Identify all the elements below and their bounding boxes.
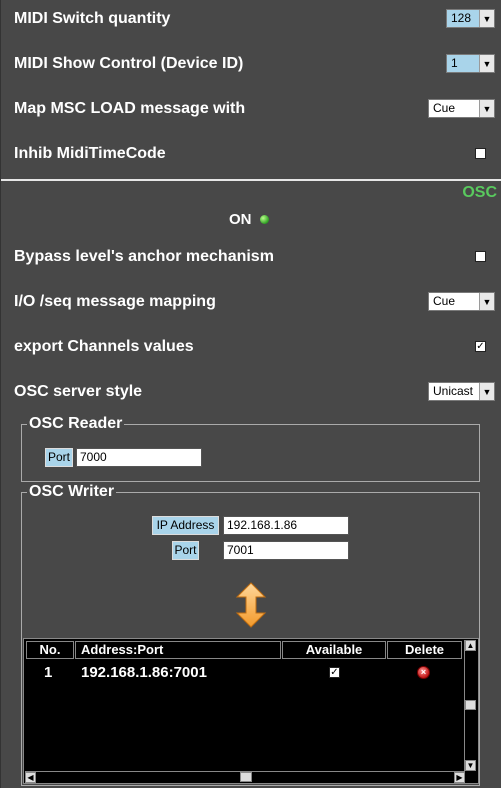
midi-show-control-label: MIDI Show Control (Device ID) — [14, 55, 244, 72]
column-header-address[interactable]: Address:Port — [75, 641, 281, 659]
writer-port-input[interactable]: 7001 — [223, 541, 349, 560]
column-header-no[interactable]: No. — [26, 641, 74, 659]
writer-ip-label: IP Address — [152, 516, 219, 535]
chevron-down-icon[interactable]: ▼ — [479, 10, 494, 27]
msc-load-value: Cue — [433, 101, 456, 115]
scroll-left-icon[interactable]: ◀ — [25, 772, 36, 783]
osc-status-text: ON — [229, 211, 252, 228]
inhib-mtc-label: Inhib MidiTimeCode — [14, 145, 166, 162]
chevron-down-icon[interactable]: ▼ — [479, 100, 494, 117]
column-header-available[interactable]: Available — [282, 641, 386, 659]
bypass-anchor-checkbox[interactable] — [475, 251, 486, 262]
writer-port-label: Port — [172, 541, 199, 560]
reader-port-input[interactable]: 7000 — [76, 448, 202, 467]
osc-writer-title: OSC Writer — [27, 483, 117, 501]
scrollbar-thumb[interactable] — [465, 700, 476, 710]
io-seq-mapping-label: I/O /seq message mapping — [14, 293, 216, 310]
midi-switch-quantity-value: 128 — [447, 10, 479, 27]
row-available-checkbox[interactable]: ✓ — [329, 667, 340, 678]
export-channels-checkbox[interactable]: ✓ — [475, 341, 486, 352]
row-no: 1 — [44, 664, 53, 681]
horizontal-scrollbar[interactable]: ◀ ▶ — [25, 771, 465, 783]
osc-writer-table: No. Address:Port Available Delete 1 192.… — [23, 638, 479, 784]
delete-icon[interactable]: × — [417, 666, 430, 679]
midi-switch-quantity-label: MIDI Switch quantity — [14, 10, 171, 27]
io-seq-mapping-select[interactable]: Cue ▼ — [428, 292, 495, 311]
msc-load-label: Map MSC LOAD message with — [14, 100, 246, 117]
io-seq-mapping-value: Cue — [433, 294, 456, 308]
osc-reader-title: OSC Reader — [27, 415, 125, 433]
chevron-down-icon[interactable]: ▼ — [479, 383, 494, 400]
midi-show-control-select[interactable]: 1 ▼ — [446, 54, 495, 73]
midi-show-control-value: 1 — [447, 55, 479, 72]
scroll-up-icon[interactable]: ▲ — [465, 640, 476, 651]
osc-server-style-label: OSC server style — [14, 383, 143, 400]
row-address: 192.168.1.86:7001 — [81, 664, 207, 681]
status-led-icon — [260, 215, 269, 224]
settings-panel: MIDI Switch quantity 128 ▼ MIDI Show Con… — [0, 0, 501, 788]
osc-server-style-select[interactable]: Unicast ▼ — [428, 382, 495, 401]
writer-ip-input[interactable]: 192.168.1.86 — [223, 516, 349, 535]
osc-section-tag: OSC — [462, 184, 497, 201]
column-header-delete[interactable]: Delete — [387, 641, 462, 659]
osc-server-style-value: Unicast — [433, 384, 474, 398]
swap-vertical-arrows-icon[interactable] — [235, 582, 267, 628]
vertical-scrollbar[interactable]: ▲ ▼ — [464, 640, 477, 771]
bypass-anchor-label: Bypass level's anchor mechanism — [14, 248, 274, 265]
export-channels-label: export Channels values — [14, 338, 194, 355]
hscrollbar-thumb[interactable] — [240, 772, 252, 782]
inhib-mtc-checkbox[interactable] — [475, 148, 486, 159]
scroll-down-icon[interactable]: ▼ — [465, 760, 476, 771]
scroll-right-icon[interactable]: ▶ — [454, 772, 465, 783]
reader-port-label: Port — [45, 448, 73, 467]
msc-load-select[interactable]: Cue ▼ — [428, 99, 495, 118]
chevron-down-icon[interactable]: ▼ — [479, 55, 494, 72]
chevron-down-icon[interactable]: ▼ — [479, 293, 494, 310]
section-divider — [1, 179, 501, 181]
midi-switch-quantity-select[interactable]: 128 ▼ — [446, 9, 495, 28]
